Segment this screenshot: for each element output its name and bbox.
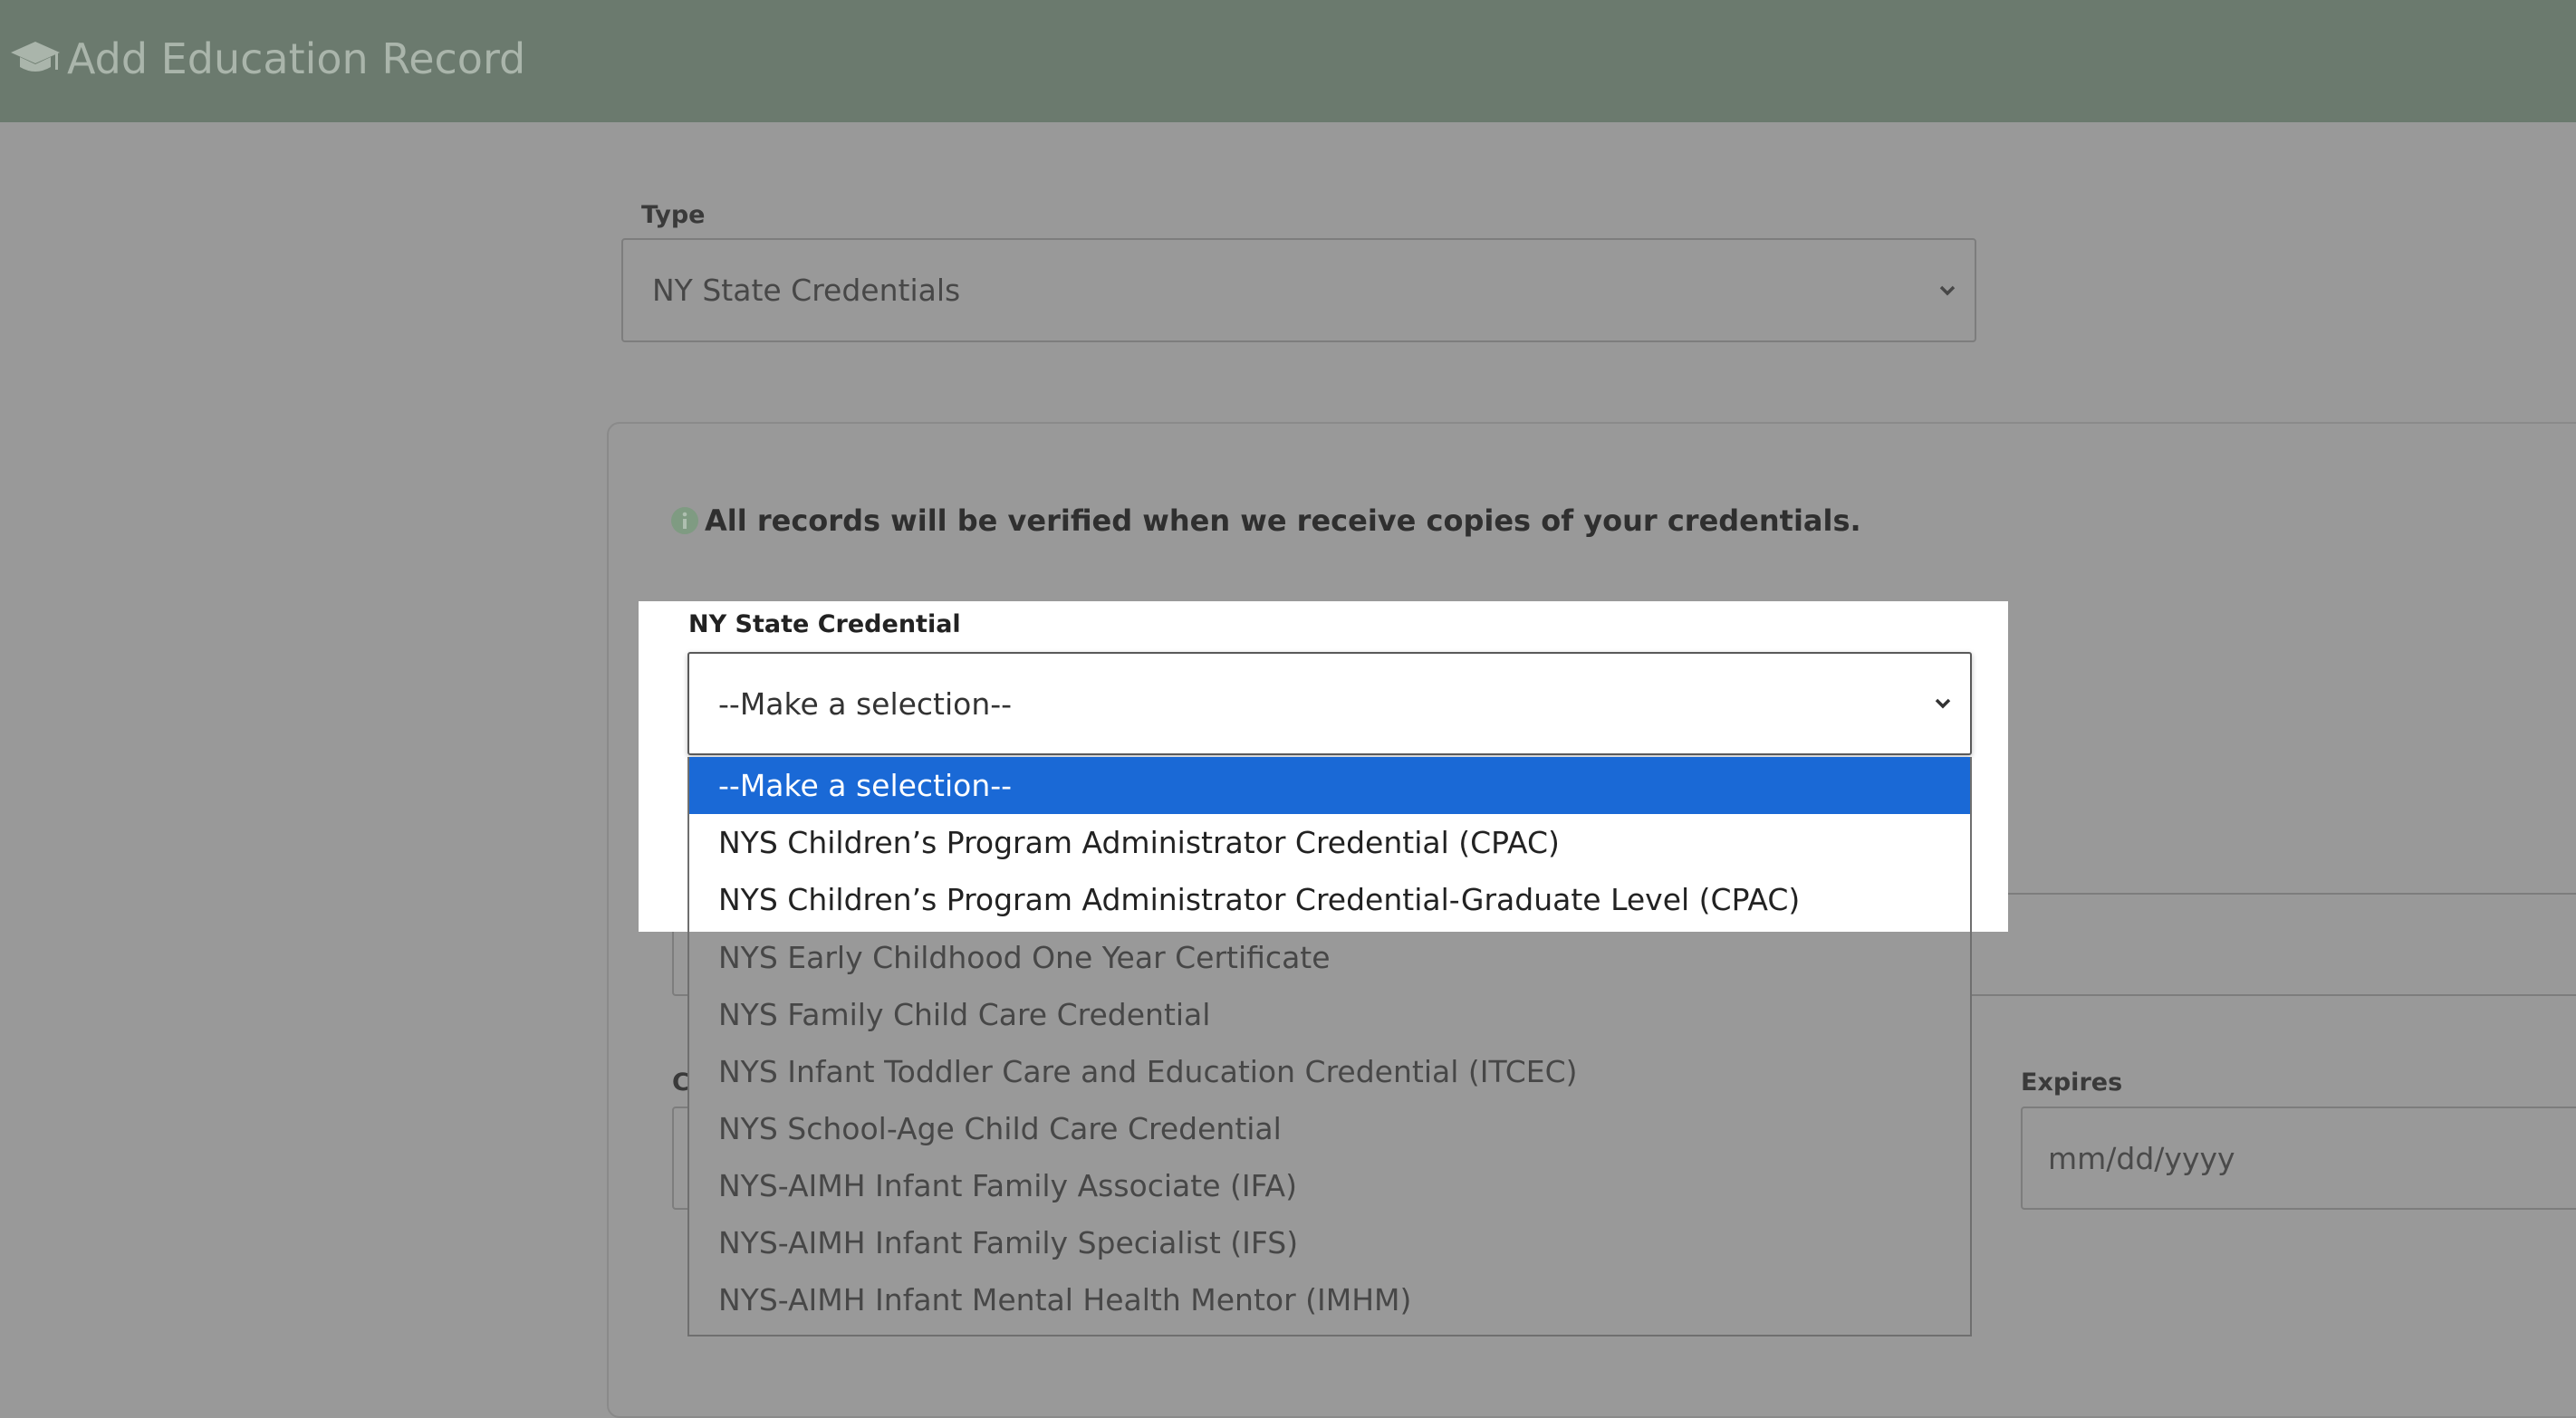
expires-placeholder: mm/dd/yyyy	[2048, 1140, 2235, 1176]
option-imhm[interactable]: NYS-AIMH Infant Mental Health Mentor (IM…	[689, 1271, 1970, 1328]
credential-dropdown-visible: --Make a selection-- NYS Children’s Prog…	[689, 757, 1970, 932]
option-ifa[interactable]: NYS-AIMH Infant Family Associate (IFA)	[689, 1157, 1970, 1214]
expires-label: Expires	[2021, 1068, 2123, 1097]
info-icon	[671, 507, 698, 534]
notice-text: All records will be verified when we rec…	[705, 503, 1861, 538]
chevron-down-icon	[1935, 698, 1951, 709]
option-make-a-selection[interactable]: --Make a selection--	[689, 757, 1970, 814]
header-title-text: Add Education Record	[67, 34, 526, 83]
option-ifs[interactable]: NYS-AIMH Infant Family Specialist (IFS)	[689, 1214, 1970, 1271]
credential-select[interactable]: --Make a selection--	[687, 652, 1972, 755]
verification-notice: All records will be verified when we rec…	[670, 500, 1861, 541]
type-label: Type	[641, 201, 706, 229]
option-school-age[interactable]: NYS School-Age Child Care Credential	[689, 1100, 1970, 1157]
option-family-child-care[interactable]: NYS Family Child Care Credential	[689, 986, 1970, 1043]
header-title: Add Education Record	[9, 27, 525, 91]
option-early-childhood-one-year[interactable]: NYS Early Childhood One Year Certificate	[689, 929, 1970, 986]
credential-label: NY State Credential	[688, 610, 961, 638]
expires-input[interactable]: mm/dd/yyyy	[2021, 1107, 2576, 1210]
type-select-value: NY State Credentials	[652, 273, 961, 308]
page-header: Add Education Record	[0, 0, 2576, 122]
option-cpac-graduate[interactable]: NYS Children’s Program Administrator Cre…	[689, 871, 1970, 928]
chevron-down-icon	[1939, 285, 1956, 295]
graduation-cap-icon	[11, 42, 60, 72]
type-select[interactable]: NY State Credentials	[621, 238, 1976, 342]
credential-select-value: --Make a selection--	[718, 685, 1013, 722]
option-itcec[interactable]: NYS Infant Toddler Care and Education Cr…	[689, 1043, 1970, 1100]
option-cpac[interactable]: NYS Children’s Program Administrator Cre…	[689, 814, 1970, 871]
